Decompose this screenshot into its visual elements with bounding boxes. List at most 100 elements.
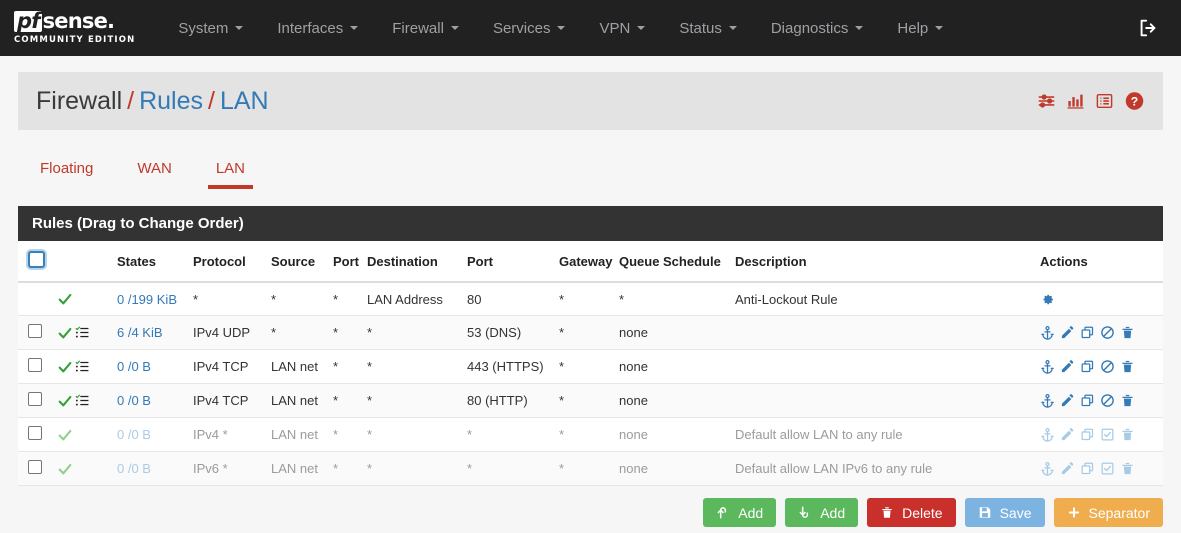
logo-sense: sense. xyxy=(42,9,115,33)
nav-item-vpn[interactable]: VPN xyxy=(582,0,662,56)
button-label: Separator xyxy=(1088,504,1150,521)
nav-item-interfaces[interactable]: Interfaces xyxy=(260,0,375,56)
row-actions-cell xyxy=(1035,282,1163,316)
row-select-checkbox[interactable] xyxy=(28,460,42,474)
table-row[interactable]: 6 /4 KiB IPv4 UDP * * * 53 (DNS) * none xyxy=(18,315,1163,350)
header-status xyxy=(52,241,112,283)
tab-label: LAN xyxy=(215,160,246,177)
row-checkbox-cell[interactable] xyxy=(18,451,52,486)
checkbox-check-icon[interactable] xyxy=(1100,461,1115,476)
row-select-checkbox[interactable] xyxy=(28,392,42,406)
copy-icon[interactable] xyxy=(1080,461,1095,476)
trash-icon[interactable] xyxy=(1120,325,1135,340)
pencil-icon[interactable] xyxy=(1060,359,1075,374)
states-link[interactable]: 0 /199 KiB xyxy=(117,292,177,307)
nav-item-firewall[interactable]: Firewall xyxy=(375,0,476,56)
tab-floating[interactable]: Floating xyxy=(18,152,115,189)
row-source-port-cell: * xyxy=(328,282,362,316)
table-row[interactable]: 0 /0 B IPv4 TCP LAN net * * 443 (HTTPS) * none xyxy=(18,349,1163,384)
rule-status xyxy=(57,359,107,375)
row-queue-cell: none xyxy=(614,451,658,486)
row-status-cell xyxy=(52,417,112,452)
plus-icon xyxy=(1068,507,1079,518)
states-link[interactable]: 0 /0 B xyxy=(117,427,151,442)
states-link[interactable]: 0 /0 B xyxy=(117,393,151,408)
header-destination: Destination xyxy=(362,241,462,283)
logo-pf: pf xyxy=(14,11,42,32)
states-link[interactable]: 0 /0 B xyxy=(117,461,151,476)
row-source-port-cell: * xyxy=(328,417,362,452)
pencil-icon[interactable] xyxy=(1060,325,1075,340)
filter-sliders-icon[interactable] xyxy=(1037,92,1056,111)
row-actions-cell xyxy=(1035,349,1163,384)
row-checkbox-cell[interactable] xyxy=(18,349,52,384)
row-status-cell xyxy=(52,349,112,384)
copy-icon[interactable] xyxy=(1080,427,1095,442)
pencil-icon[interactable] xyxy=(1060,461,1075,476)
row-checkbox-cell[interactable] xyxy=(18,417,52,452)
table-row[interactable]: 0 /0 B IPv6 * LAN net * * * * none Default allow… xyxy=(18,451,1163,486)
select-all-checkbox[interactable] xyxy=(28,251,45,268)
row-actions-cell xyxy=(1035,383,1163,418)
table-row[interactable]: 0 /199 KiB * * * LAN Address 80 * * Anti-Lockout… xyxy=(18,282,1163,316)
anchor-icon[interactable] xyxy=(1040,427,1055,442)
trash-icon[interactable] xyxy=(1120,359,1135,374)
pfsense-logo[interactable]: pf sense. COMMUNITY EDITION xyxy=(14,11,135,45)
row-schedule-cell xyxy=(658,451,730,486)
anchor-icon[interactable] xyxy=(1040,393,1055,408)
nav-item-status[interactable]: Status xyxy=(662,0,754,56)
row-checkbox-cell[interactable] xyxy=(18,282,52,316)
states-link[interactable]: 6 /4 KiB xyxy=(117,325,163,340)
row-select-checkbox[interactable] xyxy=(28,426,42,440)
trash-icon[interactable] xyxy=(1120,427,1135,442)
row-status-cell xyxy=(52,282,112,316)
states-link[interactable]: 0 /0 B xyxy=(117,359,151,374)
logout-icon[interactable] xyxy=(1137,17,1159,39)
copy-icon[interactable] xyxy=(1080,393,1095,408)
row-actions-cell xyxy=(1035,451,1163,486)
nav-label: System xyxy=(178,19,229,37)
save-button[interactable]: Save xyxy=(964,498,1045,527)
copy-icon[interactable] xyxy=(1080,325,1095,340)
nav-item-help[interactable]: Help xyxy=(880,0,960,56)
list-icon[interactable] xyxy=(1095,92,1114,111)
bar-chart-icon[interactable] xyxy=(1066,92,1085,111)
trash-icon[interactable] xyxy=(1120,393,1135,408)
help-circle-icon[interactable]: ? xyxy=(1124,91,1145,112)
breadcrumb-section[interactable]: Rules xyxy=(139,87,203,115)
row-checkbox-cell[interactable] xyxy=(18,315,52,350)
row-checkbox-cell[interactable] xyxy=(18,383,52,418)
table-row[interactable]: 0 /0 B IPv4 TCP LAN net * * 80 (HTTP) * none xyxy=(18,383,1163,418)
nav-item-system[interactable]: System xyxy=(161,0,260,56)
ban-icon[interactable] xyxy=(1100,325,1115,340)
row-select-checkbox[interactable] xyxy=(28,358,42,372)
add-rule-top-button[interactable]: Add xyxy=(703,498,777,527)
nav-item-services[interactable]: Services xyxy=(476,0,583,56)
chevron-down-icon xyxy=(637,26,646,30)
delete-rules-button[interactable]: Delete xyxy=(867,498,956,527)
tab-lan[interactable]: LAN xyxy=(194,152,267,189)
trash-icon[interactable] xyxy=(1120,461,1135,476)
pencil-icon[interactable] xyxy=(1060,427,1075,442)
copy-icon[interactable] xyxy=(1080,359,1095,374)
ban-icon[interactable] xyxy=(1100,393,1115,408)
tab-wan[interactable]: WAN xyxy=(115,152,193,189)
gear-icon[interactable] xyxy=(1040,292,1055,307)
row-protocol-cell: IPv6 * xyxy=(188,451,266,486)
anchor-icon[interactable] xyxy=(1040,359,1055,374)
add-rule-bottom-button[interactable]: Add xyxy=(785,498,859,527)
ban-icon[interactable] xyxy=(1100,359,1115,374)
anchor-icon[interactable] xyxy=(1040,325,1055,340)
breadcrumb-page[interactable]: LAN xyxy=(220,87,269,115)
nav-label: VPN xyxy=(599,19,631,37)
pencil-icon[interactable] xyxy=(1060,393,1075,408)
header-protocol: Protocol xyxy=(188,241,266,283)
add-separator-button[interactable]: Separator xyxy=(1053,498,1163,527)
nav-label: Help xyxy=(897,19,929,37)
arrow-down-icon xyxy=(799,506,809,518)
checkbox-check-icon[interactable] xyxy=(1100,427,1115,442)
anchor-icon[interactable] xyxy=(1040,461,1055,476)
row-select-checkbox[interactable] xyxy=(28,324,42,338)
nav-item-diagnostics[interactable]: Diagnostics xyxy=(754,0,881,56)
table-row[interactable]: 0 /0 B IPv4 * LAN net * * * * none Default allow… xyxy=(18,417,1163,452)
